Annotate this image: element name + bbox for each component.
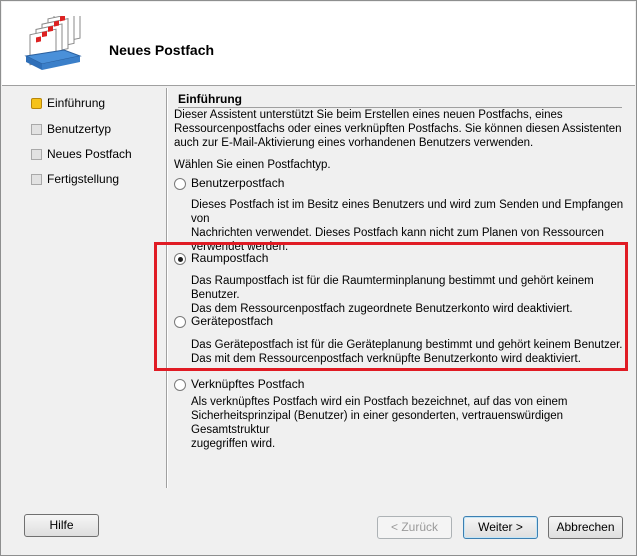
step-label: Benutzertyp — [47, 122, 112, 136]
radio-label[interactable]: Verknüpftes Postfach — [191, 377, 304, 391]
step-label: Fertigstellung — [47, 172, 120, 186]
radio-button[interactable] — [174, 178, 186, 190]
intro-text: Dieser Assistent unterstützt Sie beim Er… — [174, 109, 622, 149]
help-button[interactable]: Hilfe — [24, 514, 99, 537]
new-mailbox-wizard-window: Neues Postfach Einführung Benutzertyp Ne… — [0, 0, 637, 556]
wizard-title: Neues Postfach — [109, 42, 215, 58]
step-indicator-icon — [31, 174, 42, 185]
section-title: Einführung — [178, 92, 242, 106]
wizard-header: Neues Postfach — [2, 2, 635, 86]
mailbox-stack-icon — [24, 16, 82, 70]
radio-label[interactable]: Benutzerpostfach — [191, 176, 284, 190]
choose-type-label: Wählen Sie einen Postfachtyp. — [174, 159, 331, 171]
linked-mailbox-description: Als verknüpftes Postfach wird ein Postfa… — [191, 396, 568, 450]
cancel-button[interactable]: Abbrechen — [548, 516, 623, 539]
step-label: Einführung — [47, 96, 106, 110]
step-indicator-icon — [31, 98, 42, 109]
step-indicator-icon — [31, 149, 42, 160]
step-indicator-icon — [31, 124, 42, 135]
radio-button[interactable] — [174, 379, 186, 391]
step-label: Neues Postfach — [47, 147, 132, 161]
next-button[interactable]: Weiter > — [463, 516, 538, 539]
highlight-box — [154, 242, 628, 371]
back-button[interactable]: < Zurück — [377, 516, 452, 539]
